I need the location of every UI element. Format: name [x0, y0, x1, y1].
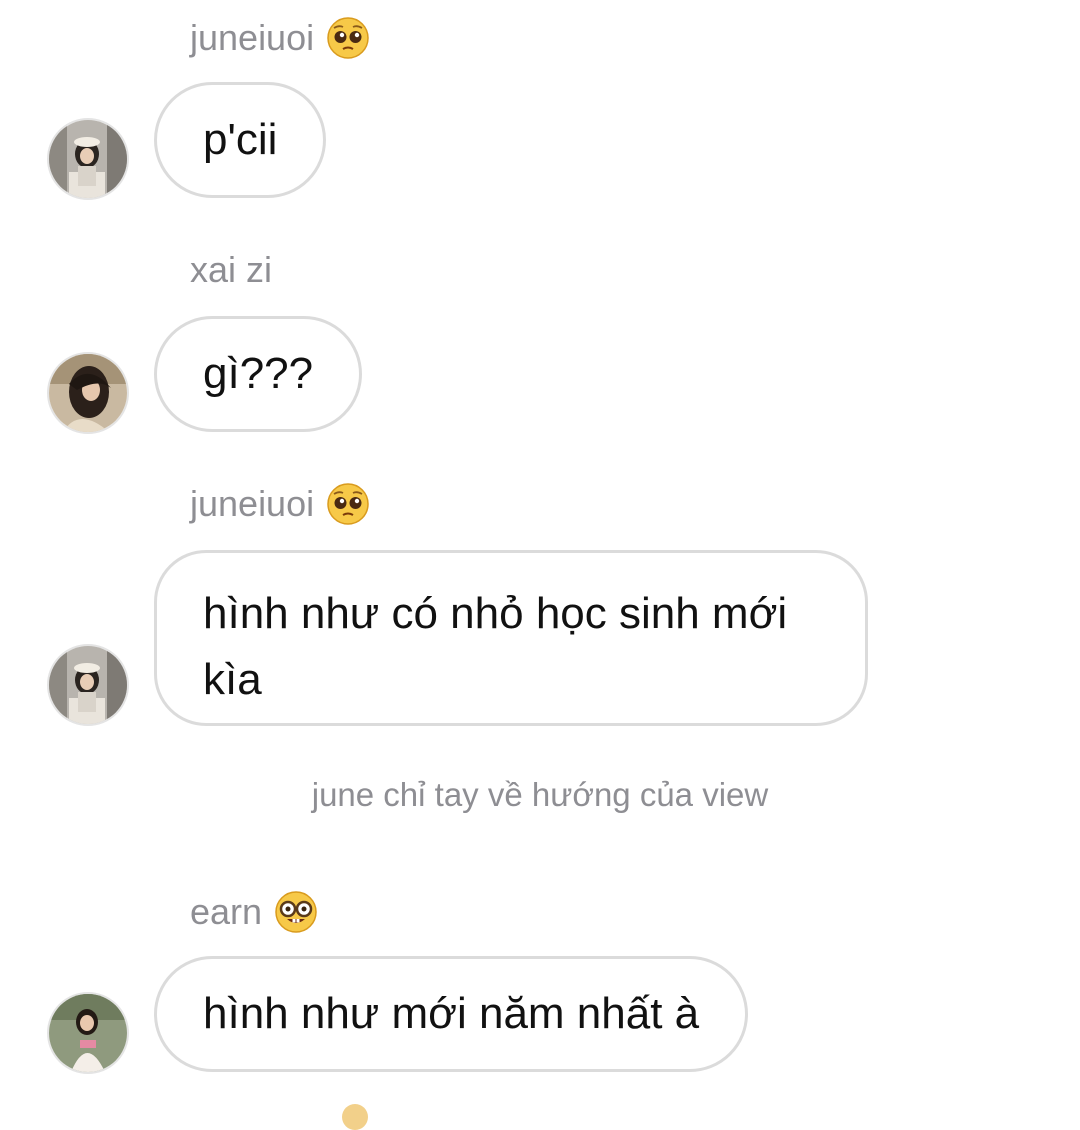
sender-name-text: xai zi: [190, 249, 273, 290]
sender-name: juneiuoi: [190, 16, 370, 60]
system-note: june chỉ tay về hướng của view: [311, 776, 769, 813]
message-bubble[interactable]: gì???: [154, 316, 363, 432]
sender-name-text: juneiuoi: [190, 17, 315, 58]
nerd-face-icon: [275, 891, 317, 933]
message-text: hình như có nhỏ học sinh mới kìa: [203, 589, 788, 704]
avatar-earn[interactable]: [47, 992, 129, 1074]
message-bubble[interactable]: hình như có nhỏ học sinh mới kìa: [154, 550, 868, 726]
profile-photo-icon: [49, 994, 127, 1072]
avatar-xai[interactable]: [47, 352, 129, 434]
avatar-june[interactable]: [47, 644, 129, 726]
message-bubble[interactable]: p'cii: [154, 82, 327, 198]
profile-photo-icon: [49, 646, 127, 724]
sender-name: xai zi: [190, 252, 272, 288]
pleading-face-icon: [327, 17, 369, 59]
message-text: gì???: [203, 349, 314, 398]
message-bubble[interactable]: hình như mới năm nhất à: [154, 956, 749, 1072]
message-text: hình như mới năm nhất à: [203, 989, 700, 1038]
sender-name-text: juneiuoi: [190, 483, 315, 524]
partial-reaction-icon: [342, 1104, 368, 1130]
chat-thread: juneiuoi p'cii xai zi gì??? juneiuoi hìn…: [0, 0, 1080, 1130]
profile-photo-icon: [49, 120, 127, 198]
profile-photo-icon: [49, 354, 127, 432]
sender-name: earn: [190, 890, 318, 934]
sender-name: juneiuoi: [190, 482, 370, 526]
avatar-june[interactable]: [47, 118, 129, 200]
message-text: p'cii: [203, 115, 278, 164]
pleading-face-icon: [327, 483, 369, 525]
sender-name-text: earn: [190, 891, 263, 932]
